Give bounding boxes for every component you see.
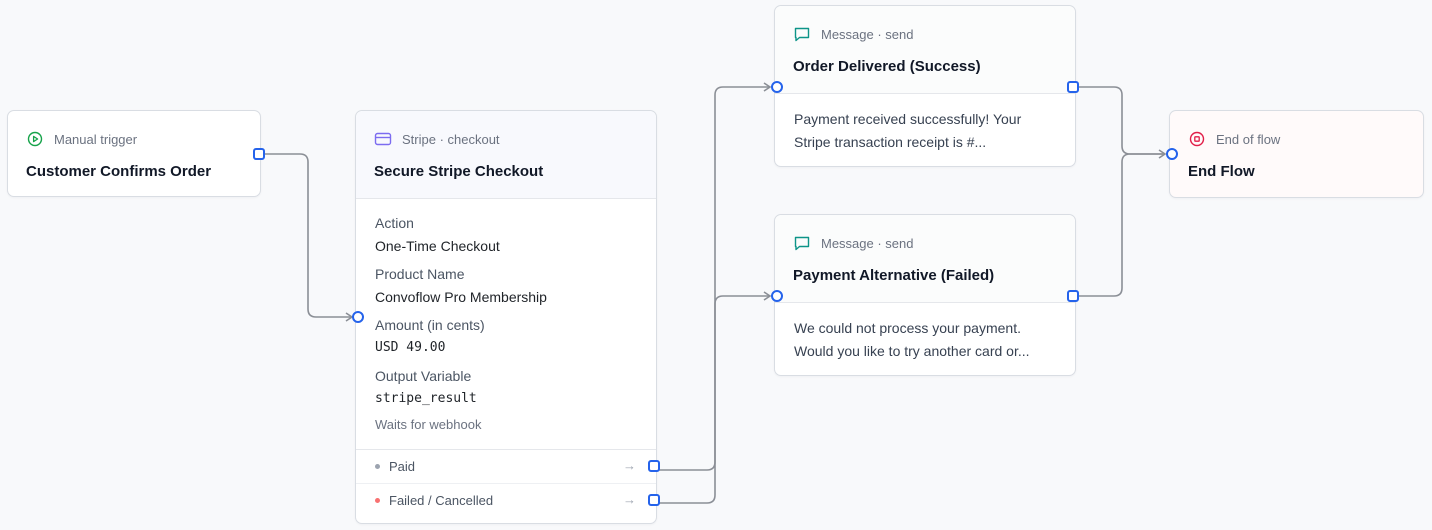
output-handle[interactable] [1067, 290, 1079, 302]
arrowhead [763, 82, 772, 92]
node-stripe-checkout[interactable]: Stripe · checkout Secure Stripe Checkout… [352, 110, 660, 524]
message-preview-line: Stripe transaction receipt is #... [794, 134, 987, 150]
chat-bubble-icon [793, 234, 811, 252]
arrow-right-icon: → [623, 492, 636, 507]
node-title: Payment Alternative (Failed) [793, 267, 995, 284]
edge-success-to-end [1078, 86, 1165, 155]
node-title: Order Delivered (Success) [793, 58, 981, 75]
field-value-action: One-Time Checkout [375, 238, 500, 254]
edge-failed-to-failed-msg [659, 295, 770, 504]
webhook-note: Waits for webhook [375, 417, 482, 432]
message-preview-line: Payment received successfully! Your [794, 111, 1022, 127]
edge-failed-msg-to-end [1078, 153, 1165, 297]
node-message-success[interactable]: Message · send Order Delivered (Success)… [771, 5, 1079, 167]
node-kind-label: Message · send [821, 26, 914, 42]
flow-canvas[interactable]: Manual trigger Customer Confirms Order S… [0, 0, 1432, 530]
edge-paid-to-success [659, 86, 770, 471]
output-handle[interactable] [253, 148, 265, 160]
node-title: Customer Confirms Order [26, 163, 212, 180]
field-value-amount: USD 49.00 [375, 340, 446, 355]
output-handle[interactable] [1067, 81, 1079, 93]
branch-paid[interactable]: Paid → [356, 450, 660, 483]
node-title: Secure Stripe Checkout [374, 163, 544, 180]
field-label-output-variable: Output Variable [375, 368, 472, 384]
node-manual-trigger[interactable]: Manual trigger Customer Confirms Order [7, 110, 265, 197]
field-label-action: Action [375, 215, 414, 231]
input-handle[interactable] [1166, 148, 1178, 160]
field-label-amount: Amount (in cents) [375, 317, 485, 333]
input-handle[interactable] [771, 290, 783, 302]
node-message-failed[interactable]: Message · send Payment Alternative (Fail… [771, 214, 1079, 376]
field-value-output-variable: stripe_result [375, 391, 477, 406]
node-kind-label: Stripe · checkout [402, 131, 500, 147]
node-kind-label: Manual trigger [54, 131, 138, 147]
message-preview-line: Would you like to try another card or... [794, 343, 1030, 359]
node-title: End Flow [1188, 163, 1255, 180]
chat-bubble-icon [793, 25, 811, 43]
arrowhead [1158, 149, 1167, 159]
field-label-product-name: Product Name [375, 266, 465, 282]
node-kind-label: Message · send [821, 235, 914, 251]
play-circle-icon [26, 130, 44, 148]
field-value-product-name: Convoflow Pro Membership [375, 289, 547, 305]
output-handle-paid[interactable] [648, 460, 660, 472]
stop-circle-icon [1188, 130, 1206, 148]
node-kind-label: End of flow [1216, 131, 1281, 147]
branch-label: Paid [389, 459, 416, 474]
branch-label: Failed / Cancelled [389, 492, 494, 508]
edge-trigger-to-stripe [264, 153, 352, 318]
input-handle[interactable] [771, 81, 783, 93]
node-end-of-flow[interactable]: End of flow End Flow [1166, 110, 1424, 198]
credit-card-icon [374, 130, 392, 148]
status-dot [375, 497, 380, 503]
edges-layer [264, 82, 1167, 504]
arrowhead [763, 291, 772, 301]
message-preview-line: We could not process your payment. [794, 320, 1021, 336]
input-handle[interactable] [352, 311, 364, 323]
branch-failed-cancelled[interactable]: Failed / Cancelled → [356, 483, 660, 516]
status-dot [375, 464, 380, 469]
output-handle-failed[interactable] [648, 494, 660, 506]
branch-outputs: Paid → Failed / Cancelled → [356, 449, 660, 516]
arrow-right-icon: → [623, 458, 636, 473]
